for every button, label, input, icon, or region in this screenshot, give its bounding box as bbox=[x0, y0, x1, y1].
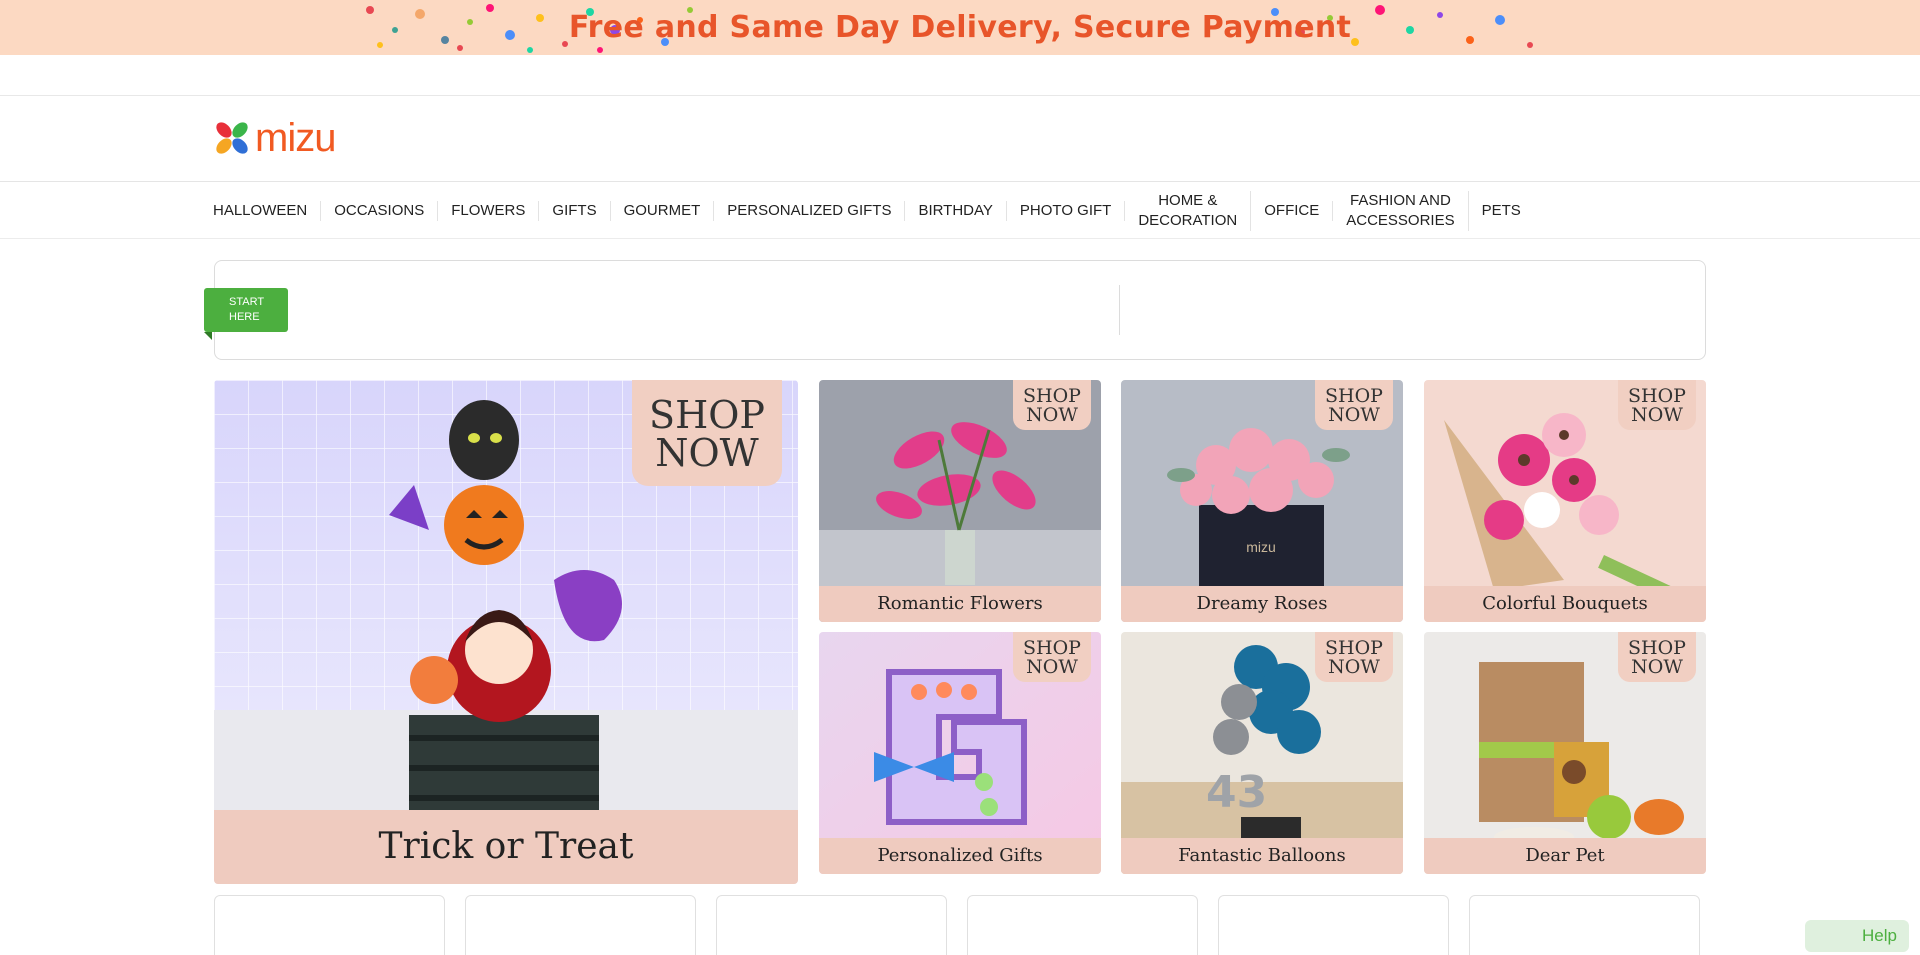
tile-caption: Dreamy Roses bbox=[1121, 586, 1403, 622]
tile-caption: Romantic Flowers bbox=[819, 586, 1101, 622]
tile-fantastic-balloons[interactable]: 43 SHOP NOW Fantastic Balloons bbox=[1121, 632, 1403, 874]
logo-text: mizu bbox=[255, 116, 336, 160]
shop-now-badge[interactable]: SHOP NOW bbox=[1315, 632, 1393, 682]
nav-item-fashion-accessories[interactable]: FASHION AND ACCESSORIES bbox=[1333, 190, 1469, 231]
tile-trick-or-treat[interactable]: SHOP NOW Trick or Treat bbox=[214, 380, 798, 884]
category-card-row bbox=[214, 895, 1700, 955]
svg-text:43: 43 bbox=[1206, 767, 1267, 818]
nav-item-personalized-gifts[interactable]: PERSONALIZED GIFTS bbox=[714, 200, 906, 221]
category-card[interactable] bbox=[967, 895, 1198, 955]
shop-now-badge[interactable]: SHOP NOW bbox=[1618, 380, 1696, 430]
nav-item-gifts[interactable]: GIFTS bbox=[539, 200, 611, 221]
shop-now-badge[interactable]: SHOP NOW bbox=[1315, 380, 1393, 430]
flower-petals-icon bbox=[216, 122, 248, 154]
nav-item-flowers[interactable]: FLOWERS bbox=[438, 200, 540, 221]
tile-caption: Trick or Treat bbox=[214, 810, 798, 884]
start-here-tag: START HERE bbox=[204, 288, 288, 340]
shop-now-badge[interactable]: SHOP NOW bbox=[632, 380, 782, 486]
tile-caption: Personalized Gifts bbox=[819, 838, 1101, 874]
nav-item-pets[interactable]: PETS bbox=[1469, 201, 1534, 221]
main-nav: HALLOWEEN OCCASIONS FLOWERS GIFTS GOURME… bbox=[200, 182, 1534, 239]
site-header: mizu bbox=[0, 96, 1920, 182]
tile-caption: Dear Pet bbox=[1424, 838, 1706, 874]
start-here-panel[interactable] bbox=[214, 260, 1706, 360]
nav-item-home-decoration[interactable]: HOME & DECORATION bbox=[1125, 190, 1252, 231]
category-card[interactable] bbox=[214, 895, 445, 955]
tile-personalized-gifts[interactable]: SHOP NOW Personalized Gifts bbox=[819, 632, 1101, 874]
nav-divider bbox=[0, 238, 1920, 239]
shop-now-badge[interactable]: SHOP NOW bbox=[1013, 380, 1091, 430]
tile-dreamy-roses[interactable]: mizu SHOP NOW Dreamy Roses bbox=[1121, 380, 1403, 622]
category-card[interactable] bbox=[1218, 895, 1449, 955]
nav-item-occasions[interactable]: OCCASIONS bbox=[321, 200, 439, 221]
tile-dear-pet[interactable]: SHOP NOW Dear Pet bbox=[1424, 632, 1706, 874]
category-card[interactable] bbox=[716, 895, 947, 955]
logo[interactable]: mizu bbox=[213, 116, 336, 160]
category-card[interactable] bbox=[465, 895, 696, 955]
svg-text:mizu: mizu bbox=[1246, 539, 1276, 555]
promo-banner[interactable]: Free and Same Day Delivery, Secure Payme… bbox=[0, 0, 1920, 55]
panel-divider bbox=[1119, 285, 1120, 335]
tile-romantic-flowers[interactable]: SHOP NOW Romantic Flowers bbox=[819, 380, 1101, 622]
tile-colorful-bouquets[interactable]: SHOP NOW Colorful Bouquets bbox=[1424, 380, 1706, 622]
promo-text: Free and Same Day Delivery, Secure Payme… bbox=[568, 10, 1352, 45]
shop-now-badge[interactable]: SHOP NOW bbox=[1013, 632, 1091, 682]
shop-now-badge[interactable]: SHOP NOW bbox=[1618, 632, 1696, 682]
tile-caption: Fantastic Balloons bbox=[1121, 838, 1403, 874]
nav-item-office[interactable]: OFFICE bbox=[1251, 200, 1334, 221]
help-button[interactable]: Help bbox=[1805, 920, 1909, 952]
nav-item-birthday[interactable]: BIRTHDAY bbox=[905, 200, 1007, 221]
nav-item-halloween[interactable]: HALLOWEEN bbox=[200, 200, 322, 221]
tile-caption: Colorful Bouquets bbox=[1424, 586, 1706, 622]
nav-item-gourmet[interactable]: GOURMET bbox=[611, 200, 715, 221]
top-utility-bar bbox=[0, 55, 1920, 96]
category-card[interactable] bbox=[1469, 895, 1700, 955]
nav-item-photo-gift[interactable]: PHOTO GIFT bbox=[1007, 200, 1126, 221]
